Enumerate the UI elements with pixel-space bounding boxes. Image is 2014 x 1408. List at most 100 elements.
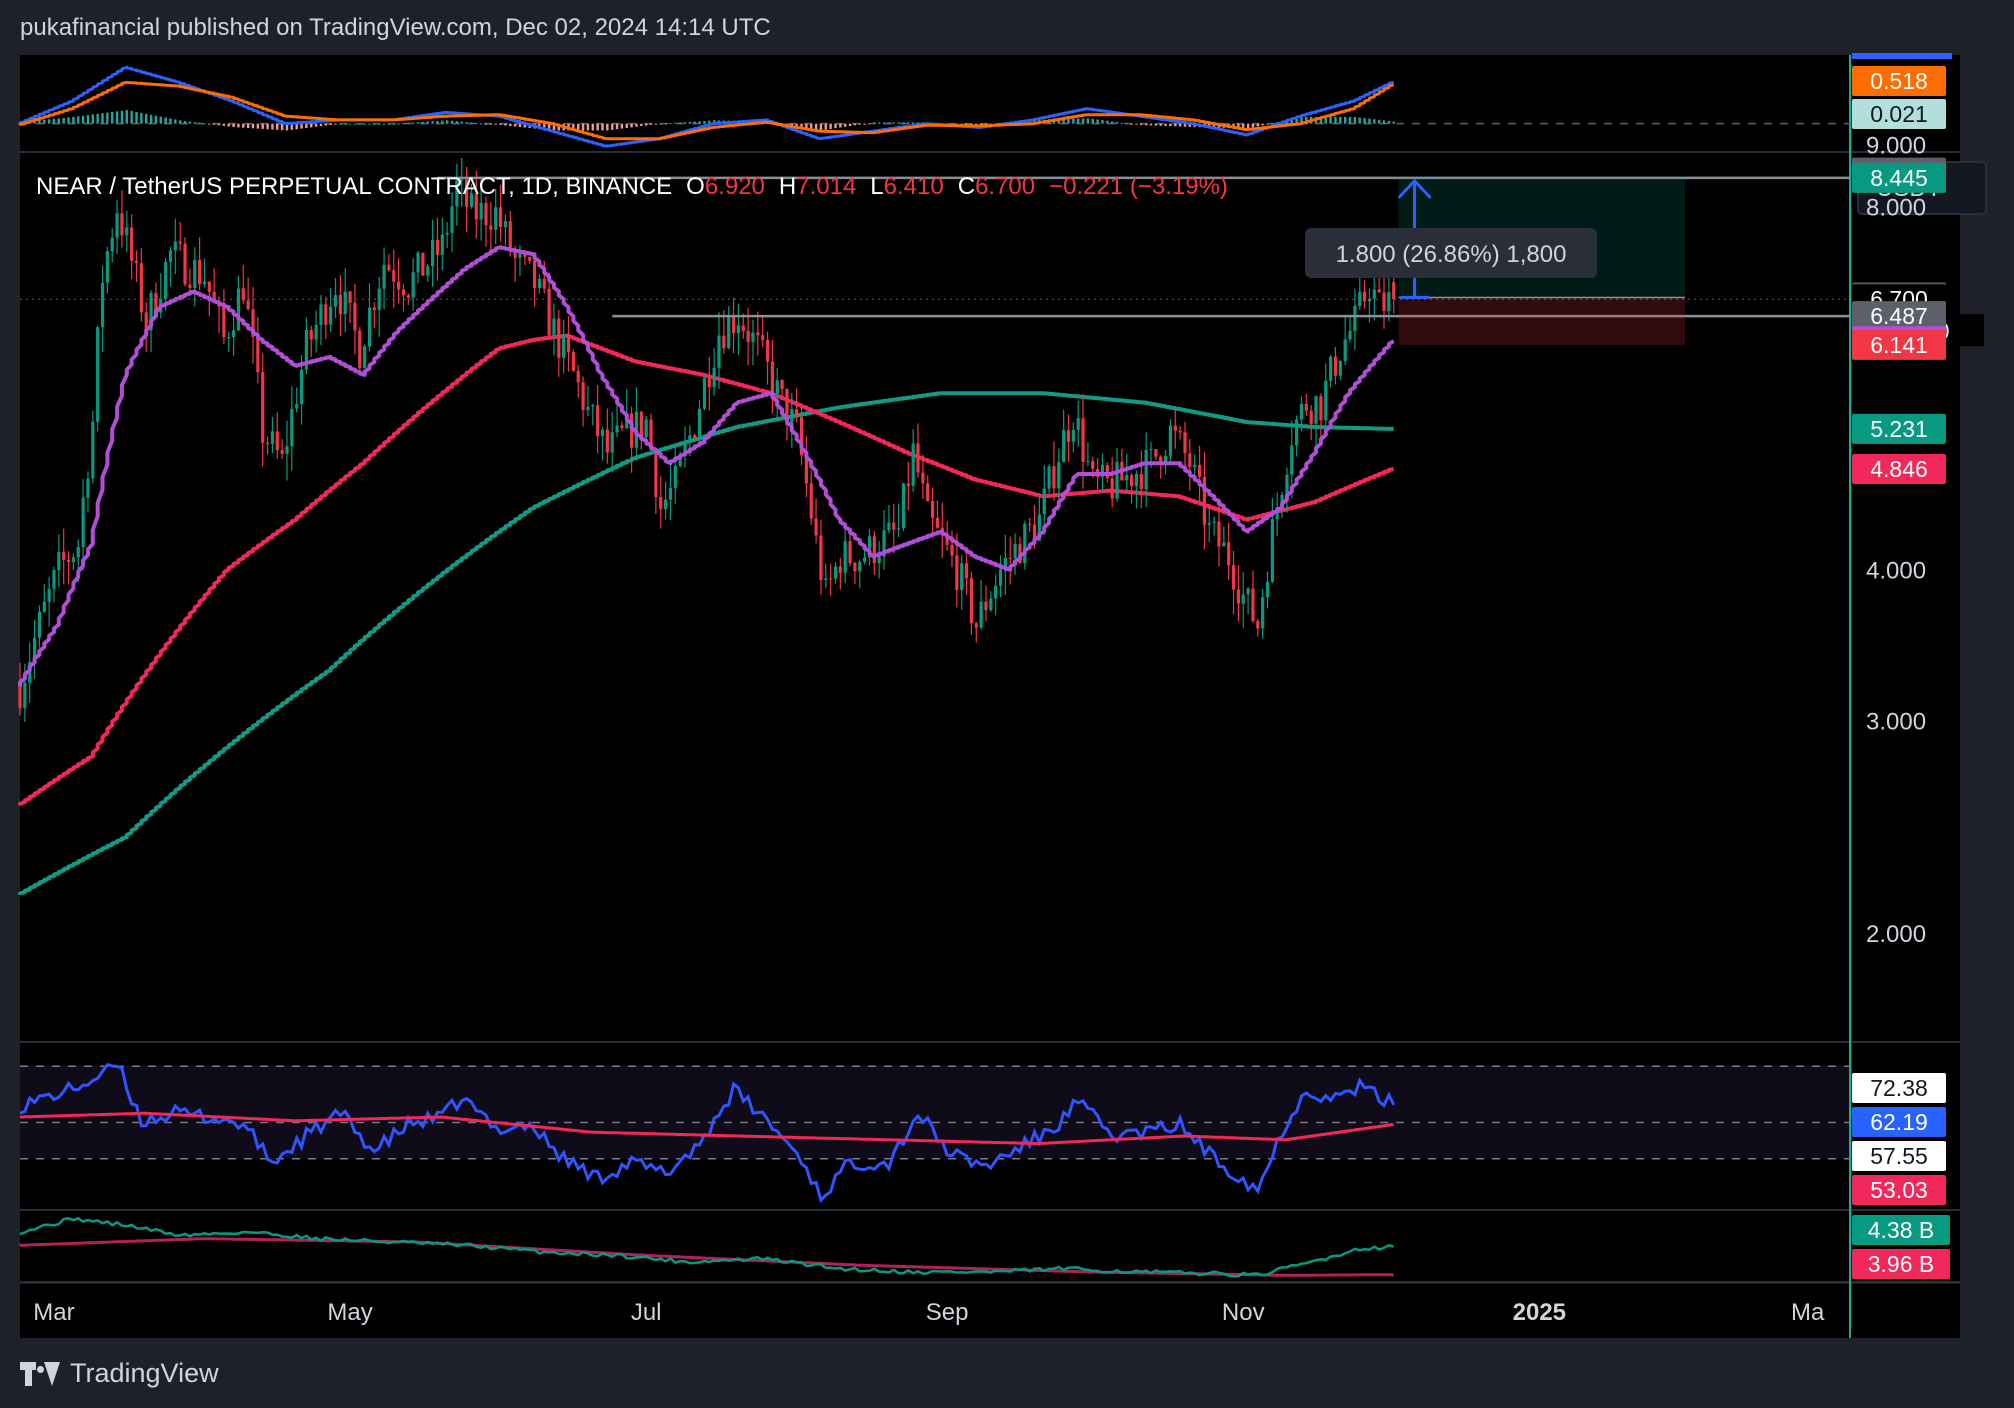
candle-body	[188, 284, 192, 289]
candle-body	[654, 449, 658, 498]
macd-histogram-bar	[1343, 116, 1347, 124]
candle-body	[411, 272, 415, 298]
candle-body	[858, 561, 862, 572]
macd-histogram-bar	[829, 123, 832, 129]
macd-histogram-bar	[101, 113, 104, 124]
candle-body	[324, 304, 328, 325]
macd-histogram-bar	[106, 112, 109, 124]
macd-histogram-bar	[222, 123, 226, 126]
macd-histogram-bar	[242, 123, 245, 128]
candle-body	[421, 252, 425, 276]
candle-body	[1236, 589, 1240, 604]
candle-body	[722, 335, 726, 349]
candle-body	[202, 281, 207, 285]
candle-body	[557, 318, 561, 358]
macd-histogram-bar	[1266, 123, 1269, 125]
candle-body	[1227, 542, 1231, 566]
candle-body	[901, 483, 906, 529]
price-tick-label: 8.000	[1866, 194, 1926, 221]
macd-histogram-bar	[378, 123, 381, 125]
macd-histogram-bar	[674, 122, 677, 124]
candle-body	[615, 425, 619, 433]
candle-body	[71, 557, 75, 562]
macd-histogram-bar	[615, 123, 619, 130]
macd-histogram-bar	[669, 123, 672, 125]
candle-body	[761, 335, 765, 340]
macd-histogram-bar	[169, 118, 172, 124]
candle-body	[23, 682, 27, 708]
candle-body	[1008, 557, 1012, 559]
candle-body	[537, 278, 541, 289]
candle-body	[935, 517, 940, 528]
macd-histogram-bar	[1392, 121, 1395, 124]
candle-body	[998, 569, 1003, 586]
candle-body	[1188, 453, 1192, 468]
macd-histogram-bar	[654, 123, 658, 125]
macd-histogram-bar	[504, 123, 507, 126]
candle-body	[668, 487, 673, 500]
candle-body	[125, 227, 129, 236]
macd-histogram-bar	[509, 123, 512, 127]
candle	[901, 482, 906, 532]
candle-body	[600, 429, 605, 436]
macd-histogram-bar	[591, 123, 594, 131]
candle-body	[562, 333, 566, 358]
macd-histogram-bar	[149, 114, 153, 124]
candle-body	[1362, 291, 1367, 302]
macd-histogram-bar	[1120, 122, 1124, 124]
macd-histogram-bar	[329, 123, 332, 125]
candle-body	[168, 250, 173, 262]
macd-histogram-bar	[217, 123, 221, 126]
candle-body	[207, 281, 211, 292]
macd-histogram-bar	[445, 120, 449, 124]
candle-body	[1377, 289, 1381, 293]
macd-histogram-bar	[853, 123, 857, 126]
price-label: 4.846	[1852, 453, 1946, 484]
candle-body	[887, 522, 891, 531]
macd-histogram-bar	[1130, 123, 1133, 125]
macd-histogram-bar	[479, 123, 483, 125]
candle-body	[576, 370, 580, 383]
macd-histogram-bar	[416, 122, 420, 124]
macd-histogram-bar	[484, 123, 488, 125]
macd-histogram-bar	[1125, 123, 1128, 125]
candle-body	[770, 361, 774, 396]
macd-histogram-bar	[897, 122, 900, 124]
candle-body	[1387, 291, 1391, 312]
macd-histogram-bar	[363, 123, 366, 125]
macd-histogram-bar	[358, 123, 361, 125]
candle-body	[872, 536, 876, 564]
tradingview-logo[interactable]: TradingView	[20, 1358, 219, 1389]
candle-body	[707, 378, 711, 388]
macd-histogram-bar	[664, 123, 667, 125]
candle-body	[295, 404, 299, 409]
candle-body	[353, 302, 357, 331]
candle-body	[329, 306, 333, 325]
chart-canvas[interactable]: 0.518 0.021 1.800 (26.86%) 1,800 NEAR / Tet…	[0, 0, 2014, 1408]
macd-histogram-bar	[1256, 123, 1259, 127]
macd-histogram-bar	[465, 122, 468, 124]
candle	[702, 374, 707, 411]
macd-histogram-bar	[38, 120, 41, 124]
rsi-value-label-text: 72.38	[1870, 1075, 1928, 1101]
candle-body	[930, 501, 935, 518]
macd-histogram-bar	[246, 123, 250, 128]
candle-body	[81, 497, 85, 547]
macd-histogram-bar	[611, 123, 614, 130]
macd-histogram-bar	[688, 121, 692, 124]
candle-body	[358, 330, 362, 369]
candle-body	[1071, 429, 1075, 442]
legend-line: NEAR / TetherUS PERPETUAL CONTRACT, 1D, …	[36, 173, 1228, 200]
rsi-value-label-text: 57.55	[1870, 1143, 1928, 1169]
close-label: C	[958, 173, 975, 200]
macd-histogram-bar	[52, 118, 56, 124]
macd-histogram-bar	[96, 113, 99, 124]
macd-histogram-bar	[47, 119, 51, 124]
tradingview-brand: TradingView	[70, 1358, 219, 1388]
candle-body	[1256, 620, 1260, 629]
open-value: 6.920	[705, 173, 765, 200]
loss-zone	[1398, 297, 1685, 345]
candle-body	[1319, 396, 1323, 421]
macd-histogram-bar	[455, 121, 459, 124]
candle-body	[1207, 522, 1211, 525]
